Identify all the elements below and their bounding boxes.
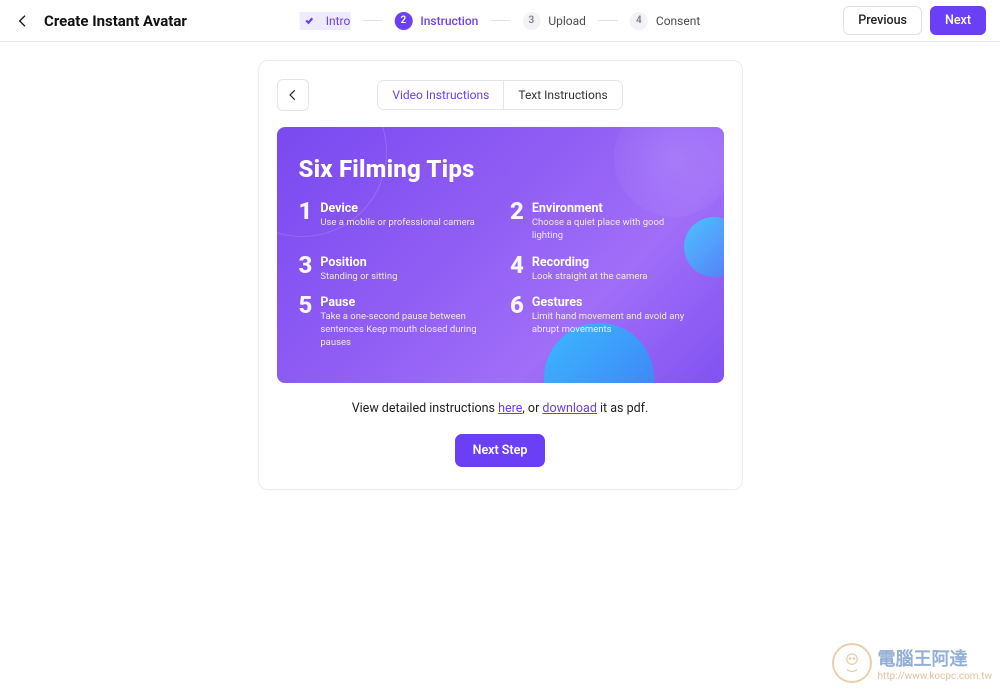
tip-title: Environment [532, 201, 697, 216]
tip-number: 1 [299, 199, 313, 243]
tip-title: Recording [532, 255, 648, 270]
tip-number: 6 [510, 293, 524, 349]
step-divider [490, 20, 510, 21]
tip-desc: Look straight at the camera [532, 271, 648, 284]
page-title: Create Instant Avatar [44, 12, 187, 30]
tip-title: Pause [320, 295, 485, 310]
tip-desc: Limit hand movement and avoid any abrupt… [532, 311, 697, 337]
step-number: 2 [394, 12, 412, 30]
instructions-post: it as pdf. [597, 401, 648, 416]
step-number: 4 [630, 12, 648, 30]
next-button[interactable]: Next [930, 6, 986, 35]
step-number: 3 [522, 12, 540, 30]
instructions-download-link[interactable]: download [542, 401, 597, 416]
instruction-tabs: Video Instructions Text Instructions [377, 80, 622, 110]
filming-tips-hero: Six Filming Tips 1 Device Use a mobile o… [277, 127, 724, 383]
tip-5: 5 Pause Take a one-second pause between … [299, 293, 491, 349]
instruction-card: Video Instructions Text Instructions Six… [258, 60, 743, 490]
tip-2: 2 Environment Choose a quiet place with … [510, 199, 702, 243]
instructions-text: View detailed instructions here, or down… [277, 401, 724, 416]
step-divider [362, 20, 382, 21]
step-divider [598, 20, 618, 21]
check-icon [300, 12, 318, 30]
previous-button[interactable]: Previous [843, 6, 922, 35]
instructions-pre: View detailed instructions [352, 401, 498, 416]
tip-3: 3 Position Standing or sitting [299, 253, 491, 284]
step-label: Instruction [420, 14, 478, 28]
tip-4: 4 Recording Look straight at the camera [510, 253, 702, 284]
instructions-mid: , or [522, 401, 542, 416]
instructions-here-link[interactable]: here [498, 401, 522, 416]
step-consent[interactable]: 4 Consent [630, 12, 700, 30]
watermark-icon [832, 643, 872, 683]
tip-6: 6 Gestures Limit hand movement and avoid… [510, 293, 702, 349]
stepper: Intro 2 Instruction 3 Upload 4 Consent [300, 12, 701, 30]
tip-number: 4 [510, 253, 524, 284]
tip-number: 3 [299, 253, 313, 284]
watermark: 電腦王阿達 http://www.kocpc.com.tw [832, 643, 992, 683]
tip-title: Device [320, 201, 475, 216]
tip-desc: Choose a quiet place with good lighting [532, 217, 697, 243]
tip-title: Position [320, 255, 397, 270]
card-back-button[interactable] [277, 79, 309, 111]
step-label: Consent [656, 14, 700, 28]
tip-number: 5 [299, 293, 313, 349]
hero-title: Six Filming Tips [299, 155, 702, 183]
tab-video-instructions[interactable]: Video Instructions [378, 81, 503, 109]
watermark-title: 電腦王阿達 [878, 645, 992, 671]
tip-desc: Take a one-second pause between sentence… [320, 311, 485, 349]
tip-number: 2 [510, 199, 524, 243]
tip-desc: Use a mobile or professional camera [320, 217, 475, 230]
tab-text-instructions[interactable]: Text Instructions [503, 81, 621, 109]
header-back-button[interactable] [14, 12, 32, 30]
tip-title: Gestures [532, 295, 697, 310]
next-step-button[interactable]: Next Step [455, 434, 546, 467]
watermark-url: http://www.kocpc.com.tw [878, 671, 992, 682]
step-label: Upload [548, 14, 586, 28]
tip-1: 1 Device Use a mobile or professional ca… [299, 199, 491, 243]
tip-desc: Standing or sitting [320, 271, 397, 284]
step-instruction[interactable]: 2 Instruction [394, 12, 478, 30]
step-upload[interactable]: 3 Upload [522, 12, 586, 30]
step-label: Intro [326, 14, 351, 28]
step-intro[interactable]: Intro [300, 12, 351, 30]
